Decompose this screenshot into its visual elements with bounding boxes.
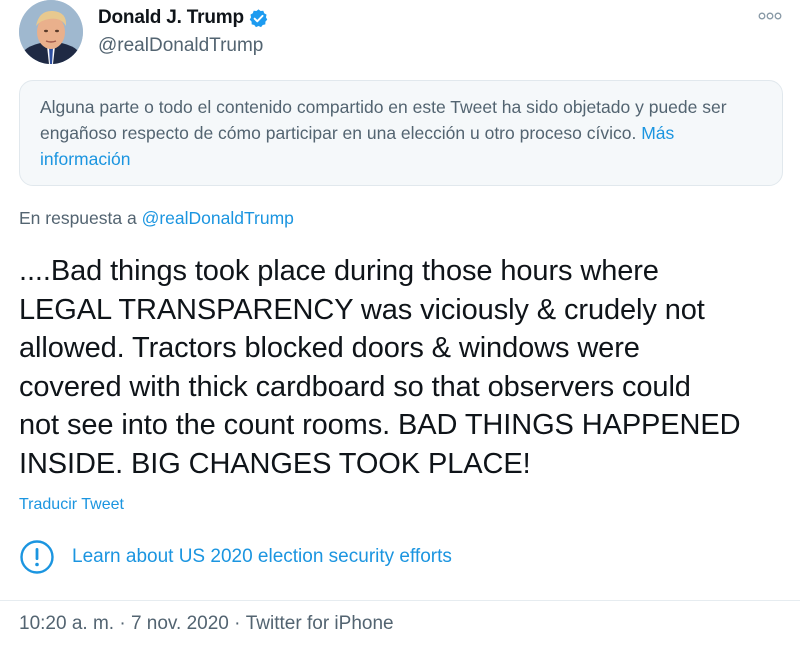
election-info-label: Learn about US 2020 election security ef…	[72, 546, 452, 567]
meta-separator: ·	[228, 613, 246, 634]
tweet-text: ....Bad things took place during those h…	[19, 255, 741, 480]
tweet-date[interactable]: 7 nov. 2020	[131, 613, 229, 635]
name-row: Donald J. Trump	[98, 7, 269, 29]
more-options-icon[interactable]	[757, 8, 783, 24]
tweet-meta: 10:20 a. m. · 7 nov. 2020 · Twitter for …	[19, 613, 394, 635]
election-info-link[interactable]: Learn about US 2020 election security ef…	[19, 539, 452, 575]
divider	[0, 600, 800, 601]
tweet-time[interactable]: 10:20 a. m.	[19, 613, 114, 635]
reply-context: En respuesta a @realDonaldTrump	[19, 208, 294, 229]
handle[interactable]: @realDonaldTrump	[98, 35, 263, 57]
avatar[interactable]	[19, 0, 83, 64]
exclamation-circle-icon	[19, 539, 55, 575]
notice-text: Alguna parte o todo el contenido compart…	[40, 97, 727, 143]
reply-handle-link[interactable]: @realDonaldTrump	[142, 208, 294, 228]
avatar-image	[19, 0, 83, 64]
tweet-source[interactable]: Twitter for iPhone	[246, 613, 394, 635]
reply-prefix: En respuesta a	[19, 208, 142, 228]
tweet-header: Donald J. Trump @realDonaldTrump	[0, 0, 800, 70]
meta-separator: ·	[114, 613, 131, 634]
disputed-content-notice: Alguna parte o todo el contenido compart…	[19, 80, 783, 186]
display-name[interactable]: Donald J. Trump	[98, 7, 244, 29]
translate-tweet-link[interactable]: Traducir Tweet	[19, 496, 124, 514]
verified-badge-icon	[248, 8, 269, 29]
